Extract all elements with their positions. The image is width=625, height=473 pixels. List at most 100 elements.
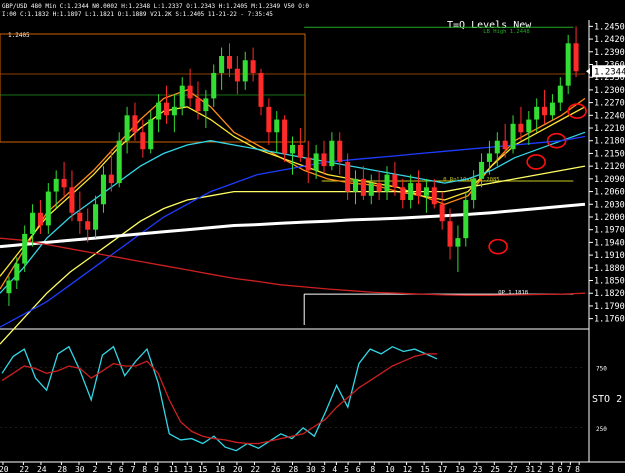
price-tick-label: 1.2300 [594, 86, 625, 96]
chart-stage: GBP/USD 480 Min C:1.2344 N0.0002 H:1.234… [0, 0, 625, 473]
candle-body [30, 212, 36, 234]
date-tick-label: 22 [250, 465, 260, 473]
candle-body [549, 102, 555, 116]
date-tick-label: 25 [490, 465, 500, 473]
candle-body [400, 187, 406, 201]
date-tick-label: 19 [455, 465, 465, 473]
candle-body [203, 98, 209, 112]
candle-body [573, 43, 579, 72]
last-price-label: 1.2344 [594, 67, 625, 77]
date-tick-label: 20 [233, 465, 243, 473]
candle-body [557, 85, 563, 103]
price-tick-label: 1.2090 [594, 175, 625, 185]
candle-body [321, 153, 327, 167]
date-tick-label: 7 [566, 465, 571, 473]
date-tick-label: 8 [142, 465, 147, 473]
candle-body [526, 119, 532, 133]
price-tick-label: 1.2210 [594, 124, 625, 134]
price-tick-label: 1.1910 [594, 251, 625, 261]
price-tick-label: 1.2390 [594, 48, 625, 58]
date-tick-label: 11 [169, 465, 179, 473]
candle-body [384, 174, 390, 192]
date-tick-label: 9 [154, 465, 159, 473]
candle-body [211, 72, 217, 99]
candle-body [494, 140, 500, 154]
candle-body [69, 187, 75, 213]
date-tick-label: 17 [438, 465, 448, 473]
candle-body [447, 221, 453, 247]
candle-body [195, 98, 201, 112]
candle-body [242, 60, 248, 82]
candle-body [266, 106, 272, 133]
osc-tick-label: 250 [596, 426, 607, 433]
price-tick-label: 1.1850 [594, 277, 625, 287]
corner-value: 1.2405 [8, 32, 30, 39]
candle-body [542, 106, 548, 116]
candle-body [502, 140, 508, 150]
date-tick-label: 5 [107, 465, 112, 473]
candle-body [14, 263, 20, 281]
date-tick-label: 13 [183, 465, 193, 473]
date-tick-label: 3 [549, 465, 554, 473]
background [0, 0, 625, 473]
date-tick-label: 6 [558, 465, 563, 473]
candle-body [486, 153, 492, 162]
date-tick-label: 3 [321, 465, 326, 473]
candle-body [148, 119, 154, 150]
candle-body [45, 191, 51, 226]
candle-body [431, 187, 437, 205]
candle-body [282, 119, 288, 154]
candle-body [219, 56, 225, 73]
candle-body [108, 174, 114, 184]
candle-body [297, 144, 303, 158]
candle-body [250, 60, 256, 73]
candle-body [274, 119, 280, 133]
date-tick-label: 2 [537, 465, 542, 473]
price-tick-label: 1.1760 [594, 315, 625, 325]
candle-body [6, 280, 12, 294]
candle-body [305, 157, 311, 171]
price-tick-label: 1.2150 [594, 149, 625, 159]
date-tick-label: 31 [525, 465, 535, 473]
candle-body [124, 115, 130, 141]
level-label-0: LB High 1.2448 [483, 29, 529, 35]
candle-body [329, 140, 335, 167]
candle-body [179, 85, 185, 107]
price-tick-label: 1.1820 [594, 289, 625, 299]
price-tick-label: 1.2060 [594, 188, 625, 198]
candle-body [85, 221, 91, 230]
date-tick-label: 8 [370, 465, 375, 473]
candle-body [132, 115, 138, 133]
candle-body [408, 183, 414, 201]
ohlc-line: I:00 C:1.1832 H:1.1897 L:1.1821 O:1.1889… [2, 11, 273, 18]
candle-body [463, 200, 469, 239]
date-tick-label: 15 [420, 465, 430, 473]
candle-body [337, 140, 343, 162]
candle-body [289, 144, 296, 154]
osc-label: STO 2 [592, 394, 622, 405]
candle-body [171, 106, 177, 116]
candle-body [187, 85, 193, 99]
osc-tick-label: 750 [596, 365, 607, 372]
candle-body [156, 102, 162, 120]
candle-body [234, 68, 240, 82]
symbol-line: GBP/USD 480 Min C:1.2344 N0.0002 H:1.234… [2, 3, 309, 10]
candle-body [61, 178, 67, 188]
candle-body [510, 123, 516, 150]
date-tick-label: 22 [19, 465, 29, 473]
date-tick-label: 30 [75, 465, 85, 473]
candle-body [439, 204, 445, 222]
candle-body [163, 102, 169, 116]
candle-body [53, 178, 59, 192]
candle-body [455, 238, 461, 247]
candle-body [345, 161, 351, 192]
price-tick-label: 1.2240 [594, 111, 625, 121]
candle-body [352, 178, 359, 192]
candle-body [368, 183, 374, 196]
price-tick-label: 1.1970 [594, 226, 625, 236]
candle-body [360, 178, 366, 196]
date-tick-label: 28 [289, 465, 299, 473]
date-tick-label: 18 [215, 465, 225, 473]
price-tick-label: 1.2450 [594, 22, 625, 32]
price-tick-label: 1.1940 [594, 238, 625, 248]
